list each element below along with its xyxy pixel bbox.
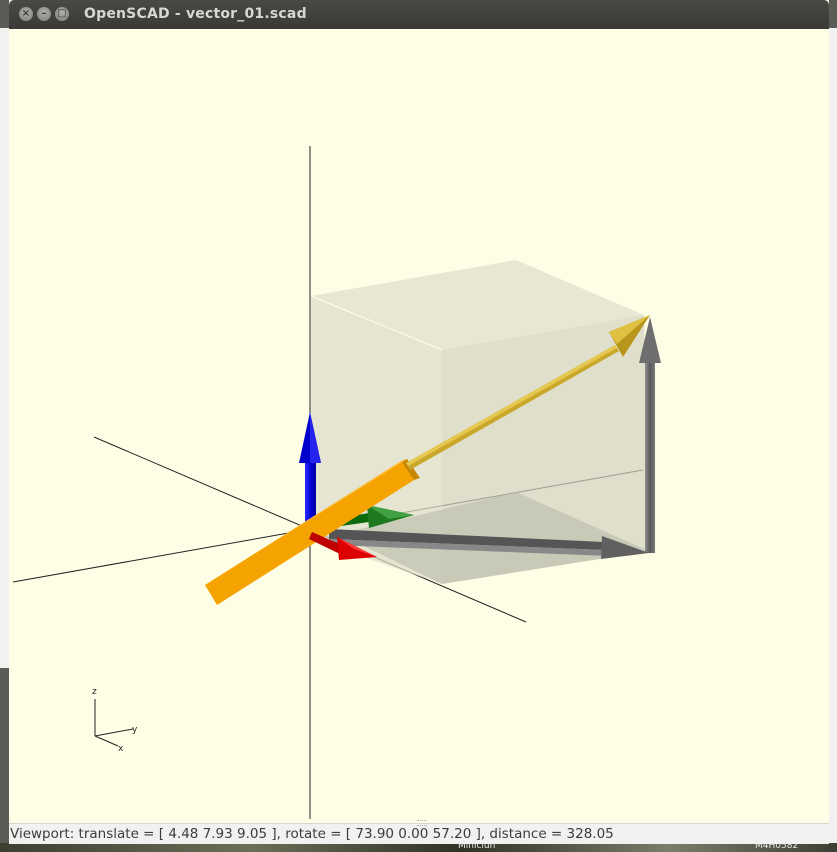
3d-scene[interactable]: z y x <box>9 29 829 823</box>
minimize-window-button[interactable]: – <box>37 7 51 21</box>
viewport-status-text: Viewport: translate = [ 4.48 7.93 9.05 ]… <box>10 826 614 842</box>
window-title: OpenSCAD - vector_01.scad <box>84 6 307 22</box>
maximize-window-button[interactable]: □ <box>55 7 69 21</box>
background-window-right <box>829 28 837 852</box>
axes-indicator-y-label: y <box>132 725 138 735</box>
axes-indicator <box>94 699 134 747</box>
close-window-button[interactable]: × <box>19 7 33 21</box>
desktop-background: Minicluh M4H0582 <box>0 843 837 852</box>
axes-indicator-x-label: x <box>118 744 124 754</box>
desktop-text-1: Minicluh <box>458 843 496 851</box>
status-bar: Viewport: translate = [ 4.48 7.93 9.05 ]… <box>9 820 829 844</box>
3d-viewport[interactable]: z y x <box>9 29 829 823</box>
desktop-text-2: M4H0582 <box>755 843 799 851</box>
axes-indicator-z-label: z <box>92 687 97 697</box>
